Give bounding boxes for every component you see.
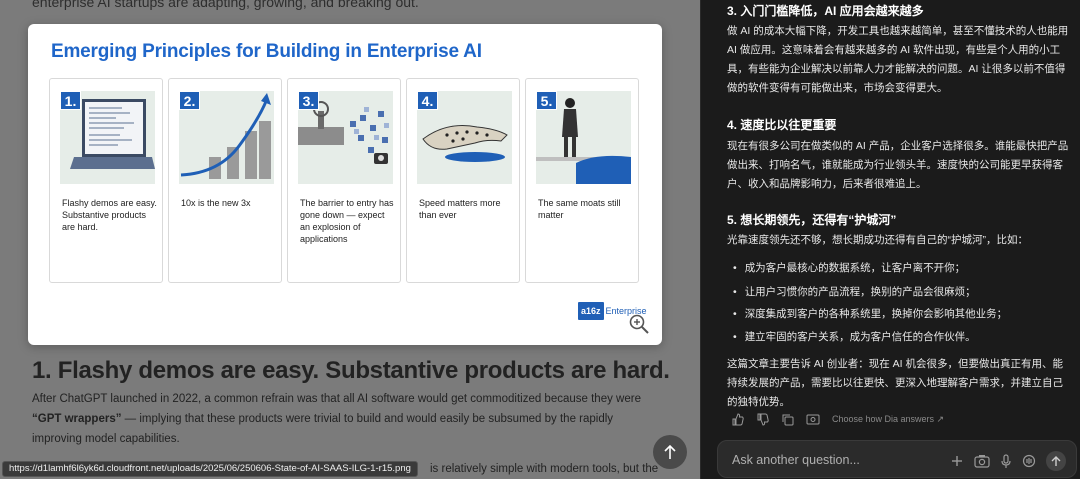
thumbs-up-icon[interactable] (731, 413, 744, 426)
article-pane: enterprise AI startups are adapting, gro… (0, 0, 700, 479)
pipe-burst-illustration: 3. (298, 91, 393, 184)
input-actions (950, 451, 1066, 471)
answer-heading-4: 4. 速度比以往更重要 (727, 118, 837, 132)
answer-heading-5: 5. 想长期领先，还得有“护城河” (727, 213, 897, 227)
screen: enterprise AI startups are adapting, gro… (0, 0, 1080, 479)
status-url: https://d1lamhf6l6yk6d.cloudfront.net/up… (2, 461, 418, 477)
principle-card-2: 2. 10x is the new 3x (168, 78, 282, 283)
question-input[interactable]: Ask another question... (717, 440, 1077, 478)
image-title: Emerging Principles for Building in Ente… (51, 41, 482, 62)
answer-actions: Choose how Dia answers ↗ (731, 413, 944, 426)
castle-moat-illustration: 5. (536, 91, 631, 184)
card-caption: The same moats still matter (538, 198, 621, 220)
arrow-up-icon (1051, 455, 1061, 466)
zoom-in-icon[interactable] (628, 313, 650, 335)
arrow-up-icon (664, 444, 676, 459)
article-paragraph-tail: is relatively simple with modern tools, … (430, 463, 659, 475)
card-number: 3. (298, 91, 319, 110)
answer-paragraph-4: 现在有很多公司在做类似的 AI 产品，企业客户选择很多。谁能最快把产品做出来、打… (727, 140, 1069, 190)
scroll-to-top-button[interactable] (653, 435, 687, 469)
article-paragraph: After ChatGPT launched in 2022, a common… (32, 389, 662, 449)
article-heading: 1. Flashy demos are easy. Substantive pr… (32, 357, 670, 384)
answer-paragraph-3: 做 AI 的成本大幅下降，开发工具也越来越简单，甚至不懂技术的人也能用 AI 做… (727, 25, 1069, 94)
principle-card-3: 3. The barrier to entry has gone down — … (287, 78, 401, 283)
growth-chart-illustration: 2. (179, 91, 274, 184)
article-intro: enterprise AI startups are adapting, gro… (32, 0, 419, 10)
card-caption: 10x is the new 3x (181, 198, 251, 208)
answer-paragraph-5: 光靠速度领先还不够，想长期成功还得有自己的“护城河”，比如： (727, 234, 1028, 246)
screenshot-icon[interactable] (806, 413, 820, 426)
principle-card-5: 5. The same moats still matter (525, 78, 639, 283)
answer-summary: 这篇文章主要告诉 AI 创业者：现在 AI 机会很多，但要做出真正有用、能持续发… (727, 358, 1064, 408)
a16z-logo: a16z (578, 302, 604, 320)
laptop-illustration: 1. (60, 91, 155, 184)
card-caption: Speed matters more than ever (419, 198, 501, 220)
list-item: 建立牢固的客户关系，成为客户信任的合作伙伴。 (733, 329, 976, 344)
voice-mode-icon[interactable] (1022, 454, 1036, 468)
list-item: 成为客户最核心的数据系统，让客户离不开你； (733, 260, 966, 275)
copy-icon[interactable] (781, 413, 794, 426)
choose-answers-link[interactable]: Choose how Dia answers ↗ (832, 414, 944, 425)
paragraph-bold: “GPT wrappers” (32, 413, 122, 425)
card-caption: The barrier to entry has gone down — exp… (300, 198, 394, 244)
microphone-icon[interactable] (1000, 453, 1012, 469)
plus-icon[interactable] (950, 454, 964, 468)
input-placeholder: Ask another question... (732, 453, 860, 467)
card-caption: Flashy demos are easy. Substantive produ… (62, 198, 157, 232)
card-number: 4. (417, 91, 438, 110)
principle-card-1: 1. Flashy demos are easy. Substantive pr… (49, 78, 163, 283)
card-number: 2. (179, 91, 200, 110)
thumbs-down-icon[interactable] (756, 413, 769, 426)
send-button[interactable] (1046, 451, 1066, 471)
cheetah-illustration: 4. (417, 91, 512, 184)
paragraph-text-a: After ChatGPT launched in 2022, a common… (32, 393, 641, 405)
card-number: 1. (60, 91, 81, 110)
chat-pane: 3. 入门门槛降低，AI 应用会越来越多 做 AI 的成本大幅下降，开发工具也越… (700, 0, 1080, 479)
image-lightbox[interactable]: Emerging Principles for Building in Ente… (28, 24, 662, 345)
principle-card-4: 4. Speed matters more than ever (406, 78, 520, 283)
camera-icon[interactable] (974, 454, 990, 468)
answer-heading-3: 3. 入门门槛降低，AI 应用会越来越多 (727, 4, 924, 18)
list-item: 深度集成到客户的各种系统里，换掉你会影响其他业务； (733, 306, 1008, 321)
card-number: 5. (536, 91, 557, 110)
list-item: 让用户习惯你的产品流程，换别的产品会很麻烦； (733, 284, 976, 299)
